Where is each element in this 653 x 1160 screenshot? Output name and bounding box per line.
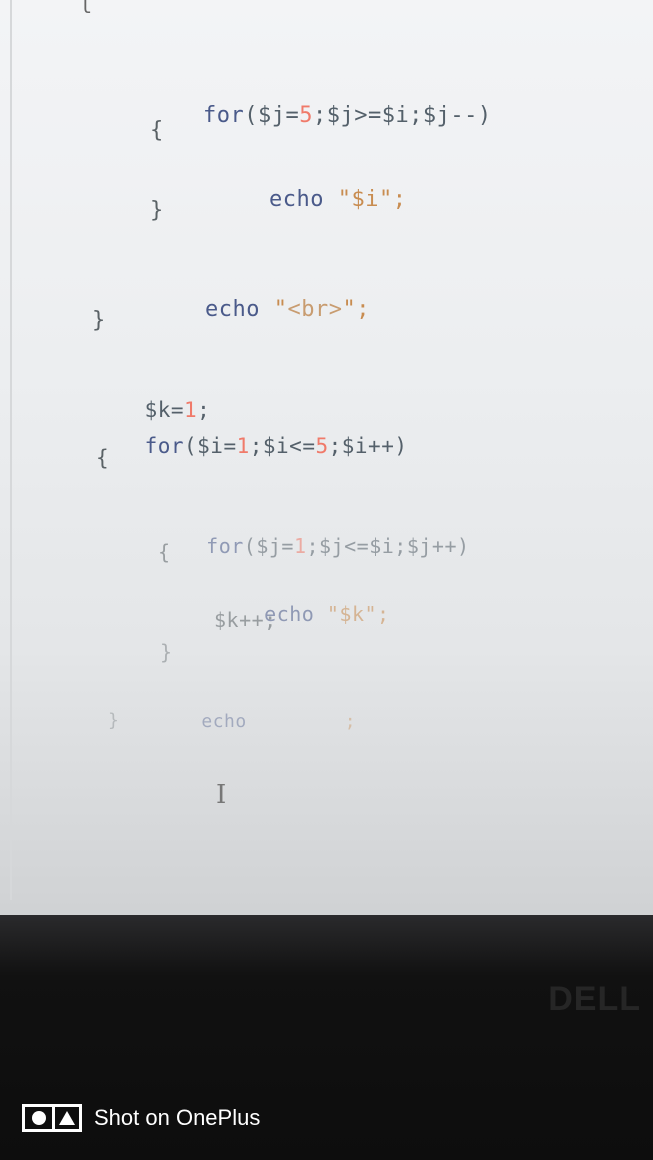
code-text: ;$i<= xyxy=(249,434,316,458)
string-literal: "$i"; xyxy=(337,187,407,212)
number-literal: 1 xyxy=(236,434,250,458)
oneplus-camera-icon xyxy=(22,1104,82,1132)
number-literal: 1 xyxy=(293,534,307,558)
keyword-for: for xyxy=(144,434,185,458)
number-literal: 5 xyxy=(315,434,329,458)
code-text: ;$i++) xyxy=(328,434,408,458)
code-line-11[interactable]: { xyxy=(158,540,171,564)
code-line-2[interactable]: { xyxy=(150,118,164,143)
keyword-echo: echo xyxy=(201,711,247,732)
code-editor-screen: l for($j=5;$j>=$i;$j--) { echo "$i"; } e… xyxy=(0,0,653,925)
code-line-6[interactable]: } xyxy=(92,308,106,333)
top-fragment: l xyxy=(80,0,93,18)
code-line-5[interactable]: echo "<br>"; xyxy=(150,272,370,347)
camera-watermark: Shot on OnePlus xyxy=(22,1104,260,1132)
code-line-4[interactable]: } xyxy=(150,198,164,223)
code-line-10[interactable]: for($j=1;$j<=$i;$j++) xyxy=(156,510,470,582)
code-line-14[interactable]: } xyxy=(160,640,173,664)
monitor-brand-logo: DELL xyxy=(548,980,641,1018)
gutter-line xyxy=(10,0,12,900)
number-literal: 5 xyxy=(299,103,313,128)
code-text: ($i= xyxy=(184,434,237,458)
code-text: ($j= xyxy=(243,534,294,558)
code-text: ;$j>=$i;$j--) xyxy=(312,103,492,128)
keyword-for: for xyxy=(206,534,244,558)
string-literal: "$k"; xyxy=(326,602,390,626)
string-literal: ; xyxy=(344,711,357,732)
string-literal: " xyxy=(273,297,288,322)
string-literal: "; xyxy=(342,297,370,322)
keyword-echo: echo xyxy=(204,297,260,322)
keyword-for: for xyxy=(202,103,245,128)
code-line-16[interactable]: } xyxy=(108,710,119,731)
code-line-15[interactable]: echo; xyxy=(156,690,356,753)
code-line-9[interactable]: { xyxy=(96,446,109,470)
code-text: ($j= xyxy=(244,103,300,128)
html-tag-literal: <br> xyxy=(287,297,343,322)
keyword-echo: echo xyxy=(268,187,324,212)
code-line-8[interactable]: for($i=1;$i<=5;$i++) xyxy=(92,410,407,482)
code-text: ;$j<=$i;$j++) xyxy=(306,534,470,558)
code-line-13[interactable]: $k++; xyxy=(214,608,277,632)
code-line-1[interactable]: for($j=5;$j>=$i;$j--) xyxy=(148,78,492,153)
watermark-text: Shot on OnePlus xyxy=(94,1105,261,1130)
text-cursor-icon: I xyxy=(216,780,227,810)
code-line-3[interactable]: echo "$i"; xyxy=(214,162,406,237)
